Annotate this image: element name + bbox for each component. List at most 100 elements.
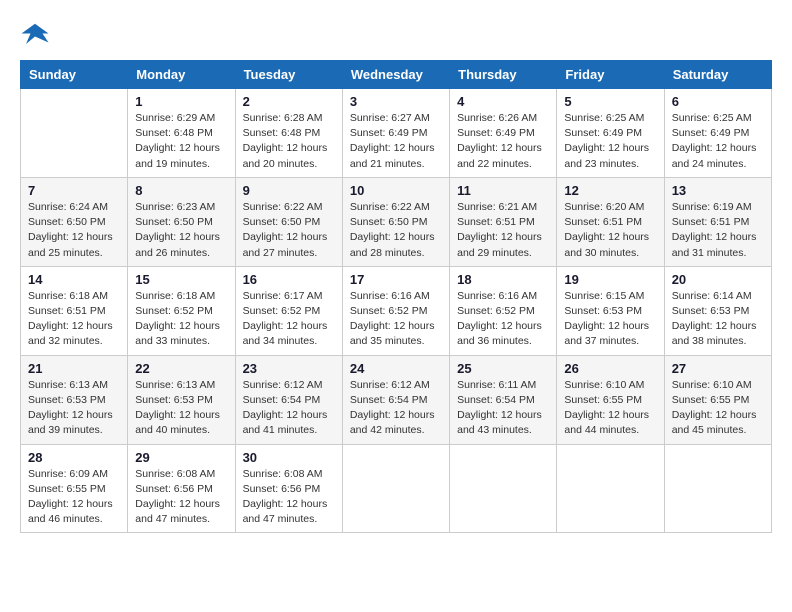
day-number: 18 [457,272,549,287]
day-cell [664,444,771,533]
header-cell-saturday: Saturday [664,61,771,89]
day-cell: 29 Sunrise: 6:08 AM Sunset: 6:56 PM Dayli… [128,444,235,533]
day-info: Sunrise: 6:25 AM Sunset: 6:49 PM Dayligh… [672,111,764,172]
day-number: 4 [457,94,549,109]
day-info: Sunrise: 6:21 AM Sunset: 6:51 PM Dayligh… [457,200,549,261]
day-info: Sunrise: 6:23 AM Sunset: 6:50 PM Dayligh… [135,200,227,261]
week-row-1: 1 Sunrise: 6:29 AM Sunset: 6:48 PM Daylig… [21,89,772,178]
day-number: 9 [243,183,335,198]
day-number: 24 [350,361,442,376]
week-row-2: 7 Sunrise: 6:24 AM Sunset: 6:50 PM Daylig… [21,177,772,266]
day-cell: 4 Sunrise: 6:26 AM Sunset: 6:49 PM Daylig… [450,89,557,178]
day-info: Sunrise: 6:17 AM Sunset: 6:52 PM Dayligh… [243,289,335,350]
day-number: 8 [135,183,227,198]
calendar-header: SundayMondayTuesdayWednesdayThursdayFrid… [21,61,772,89]
day-info: Sunrise: 6:08 AM Sunset: 6:56 PM Dayligh… [135,467,227,528]
day-cell: 20 Sunrise: 6:14 AM Sunset: 6:53 PM Dayli… [664,266,771,355]
day-cell: 21Sunrise: 6:13 AM Sunset: 6:53 PM Dayli… [21,355,128,444]
day-number: 5 [564,94,656,109]
week-row-5: 28 Sunrise: 6:09 AM Sunset: 6:55 PM Dayli… [21,444,772,533]
day-cell: 16 Sunrise: 6:17 AM Sunset: 6:52 PM Dayli… [235,266,342,355]
day-cell: 10 Sunrise: 6:22 AM Sunset: 6:50 PM Dayli… [342,177,449,266]
day-info: Sunrise: 6:24 AM Sunset: 6:50 PM Dayligh… [28,200,120,261]
day-number: 25 [457,361,549,376]
day-cell: 8 Sunrise: 6:23 AM Sunset: 6:50 PM Daylig… [128,177,235,266]
day-number: 23 [243,361,335,376]
day-cell: 28 Sunrise: 6:09 AM Sunset: 6:55 PM Dayli… [21,444,128,533]
day-info: Sunrise: 6:15 AM Sunset: 6:53 PM Dayligh… [564,289,656,350]
day-number: 15 [135,272,227,287]
day-cell: 22Sunrise: 6:13 AM Sunset: 6:53 PM Dayli… [128,355,235,444]
day-number: 29 [135,450,227,465]
header-cell-tuesday: Tuesday [235,61,342,89]
day-cell: 15 Sunrise: 6:18 AM Sunset: 6:52 PM Dayli… [128,266,235,355]
day-cell [342,444,449,533]
day-info: Sunrise: 6:22 AM Sunset: 6:50 PM Dayligh… [350,200,442,261]
day-info: Sunrise: 6:14 AM Sunset: 6:53 PM Dayligh… [672,289,764,350]
day-number: 6 [672,94,764,109]
day-info: Sunrise: 6:18 AM Sunset: 6:52 PM Dayligh… [135,289,227,350]
day-number: 11 [457,183,549,198]
day-cell: 7 Sunrise: 6:24 AM Sunset: 6:50 PM Daylig… [21,177,128,266]
day-info: Sunrise: 6:26 AM Sunset: 6:49 PM Dayligh… [457,111,549,172]
day-cell: 14Sunrise: 6:18 AM Sunset: 6:51 PM Dayli… [21,266,128,355]
logo-icon [20,20,50,50]
header-row: SundayMondayTuesdayWednesdayThursdayFrid… [21,61,772,89]
day-number: 2 [243,94,335,109]
day-info: Sunrise: 6:29 AM Sunset: 6:48 PM Dayligh… [135,111,227,172]
page-header [20,20,772,50]
day-info: Sunrise: 6:19 AM Sunset: 6:51 PM Dayligh… [672,200,764,261]
day-number: 19 [564,272,656,287]
day-info: Sunrise: 6:13 AM Sunset: 6:53 PM Dayligh… [28,378,120,439]
day-cell: 2 Sunrise: 6:28 AM Sunset: 6:48 PM Daylig… [235,89,342,178]
day-info: Sunrise: 6:09 AM Sunset: 6:55 PM Dayligh… [28,467,120,528]
day-info: Sunrise: 6:28 AM Sunset: 6:48 PM Dayligh… [243,111,335,172]
day-info: Sunrise: 6:12 AM Sunset: 6:54 PM Dayligh… [350,378,442,439]
day-number: 17 [350,272,442,287]
day-number: 12 [564,183,656,198]
day-cell [557,444,664,533]
day-number: 28 [28,450,120,465]
day-cell: 5Sunrise: 6:25 AM Sunset: 6:49 PM Daylig… [557,89,664,178]
day-cell: 30 Sunrise: 6:08 AM Sunset: 6:56 PM Dayli… [235,444,342,533]
week-row-3: 14Sunrise: 6:18 AM Sunset: 6:51 PM Dayli… [21,266,772,355]
day-info: Sunrise: 6:13 AM Sunset: 6:53 PM Dayligh… [135,378,227,439]
day-cell: 9Sunrise: 6:22 AM Sunset: 6:50 PM Daylig… [235,177,342,266]
day-info: Sunrise: 6:16 AM Sunset: 6:52 PM Dayligh… [350,289,442,350]
day-cell: 17 Sunrise: 6:16 AM Sunset: 6:52 PM Dayli… [342,266,449,355]
day-cell [450,444,557,533]
day-info: Sunrise: 6:27 AM Sunset: 6:49 PM Dayligh… [350,111,442,172]
week-row-4: 21Sunrise: 6:13 AM Sunset: 6:53 PM Dayli… [21,355,772,444]
day-number: 10 [350,183,442,198]
header-cell-thursday: Thursday [450,61,557,89]
day-number: 20 [672,272,764,287]
logo [20,20,54,50]
day-cell [21,89,128,178]
day-info: Sunrise: 6:16 AM Sunset: 6:52 PM Dayligh… [457,289,549,350]
day-info: Sunrise: 6:10 AM Sunset: 6:55 PM Dayligh… [672,378,764,439]
day-info: Sunrise: 6:12 AM Sunset: 6:54 PM Dayligh… [243,378,335,439]
header-cell-wednesday: Wednesday [342,61,449,89]
day-number: 26 [564,361,656,376]
day-info: Sunrise: 6:08 AM Sunset: 6:56 PM Dayligh… [243,467,335,528]
day-number: 27 [672,361,764,376]
day-cell: 23 Sunrise: 6:12 AM Sunset: 6:54 PM Dayli… [235,355,342,444]
calendar-table: SundayMondayTuesdayWednesdayThursdayFrid… [20,60,772,533]
day-number: 7 [28,183,120,198]
header-cell-monday: Monday [128,61,235,89]
day-number: 13 [672,183,764,198]
day-number: 16 [243,272,335,287]
day-number: 14 [28,272,120,287]
day-cell: 27 Sunrise: 6:10 AM Sunset: 6:55 PM Dayli… [664,355,771,444]
day-number: 1 [135,94,227,109]
day-cell: 25Sunrise: 6:11 AM Sunset: 6:54 PM Dayli… [450,355,557,444]
day-cell: 3Sunrise: 6:27 AM Sunset: 6:49 PM Daylig… [342,89,449,178]
calendar-body: 1 Sunrise: 6:29 AM Sunset: 6:48 PM Daylig… [21,89,772,533]
day-info: Sunrise: 6:20 AM Sunset: 6:51 PM Dayligh… [564,200,656,261]
day-cell: 24 Sunrise: 6:12 AM Sunset: 6:54 PM Dayli… [342,355,449,444]
day-number: 30 [243,450,335,465]
day-cell: 11 Sunrise: 6:21 AM Sunset: 6:51 PM Dayli… [450,177,557,266]
day-cell: 26Sunrise: 6:10 AM Sunset: 6:55 PM Dayli… [557,355,664,444]
day-cell: 1 Sunrise: 6:29 AM Sunset: 6:48 PM Daylig… [128,89,235,178]
day-cell: 18 Sunrise: 6:16 AM Sunset: 6:52 PM Dayli… [450,266,557,355]
